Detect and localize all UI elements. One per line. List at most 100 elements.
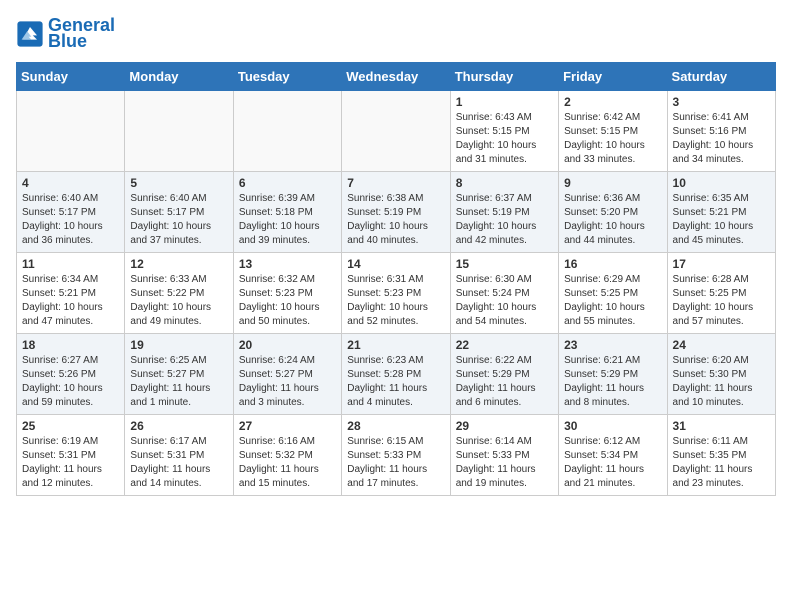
day-info: Sunrise: 6:24 AM Sunset: 5:27 PM Dayligh… (239, 354, 336, 410)
day-number: 4 (22, 176, 119, 190)
calendar-cell: 25 Sunrise: 6:19 AM Sunset: 5:31 PM Dayli… (17, 414, 125, 495)
day-info: Sunrise: 6:39 AM Sunset: 5:18 PM Dayligh… (239, 192, 336, 248)
logo: General Blue (16, 16, 115, 52)
day-number: 29 (456, 419, 553, 433)
calendar-cell: 17Sunrise: 6:28 AM Sunset: 5:25 PM Dayli… (667, 252, 775, 333)
calendar-cell: 20 Sunrise: 6:24 AM Sunset: 5:27 PM Dayli… (233, 333, 341, 414)
day-number: 23 (564, 338, 661, 352)
day-info: Sunrise: 6:43 AM Sunset: 5:15 PM Dayligh… (456, 111, 553, 167)
day-number: 9 (564, 176, 661, 190)
day-number: 25 (22, 419, 119, 433)
logo-icon (16, 20, 44, 48)
calendar-cell: 16 Sunrise: 6:29 AM Sunset: 5:25 PM Dayli… (559, 252, 667, 333)
weekday-header-sunday: Sunday (17, 62, 125, 90)
day-number: 30 (564, 419, 661, 433)
calendar-cell: 28 Sunrise: 6:15 AM Sunset: 5:33 PM Dayli… (342, 414, 450, 495)
weekday-header-wednesday: Wednesday (342, 62, 450, 90)
weekday-header-friday: Friday (559, 62, 667, 90)
day-number: 21 (347, 338, 444, 352)
calendar-cell: 1 Sunrise: 6:43 AM Sunset: 5:15 PM Daylig… (450, 90, 558, 171)
day-info: Sunrise: 6:11 AM Sunset: 5:35 PM Dayligh… (673, 435, 770, 491)
day-number: 15 (456, 257, 553, 271)
calendar-cell: 10Sunrise: 6:35 AM Sunset: 5:21 PM Dayli… (667, 171, 775, 252)
day-number: 1 (456, 95, 553, 109)
calendar-cell: 4 Sunrise: 6:40 AM Sunset: 5:17 PM Daylig… (17, 171, 125, 252)
day-number: 2 (564, 95, 661, 109)
day-info: Sunrise: 6:25 AM Sunset: 5:27 PM Dayligh… (130, 354, 227, 410)
week-row-2: 4 Sunrise: 6:40 AM Sunset: 5:17 PM Daylig… (17, 171, 776, 252)
calendar-cell (342, 90, 450, 171)
day-info: Sunrise: 6:15 AM Sunset: 5:33 PM Dayligh… (347, 435, 444, 491)
day-number: 12 (130, 257, 227, 271)
weekday-header-thursday: Thursday (450, 62, 558, 90)
calendar-cell: 2 Sunrise: 6:42 AM Sunset: 5:15 PM Daylig… (559, 90, 667, 171)
logo-text: General Blue (48, 16, 115, 52)
calendar-cell: 5 Sunrise: 6:40 AM Sunset: 5:17 PM Daylig… (125, 171, 233, 252)
day-info: Sunrise: 6:19 AM Sunset: 5:31 PM Dayligh… (22, 435, 119, 491)
weekday-header-saturday: Saturday (667, 62, 775, 90)
day-number: 16 (564, 257, 661, 271)
day-info: Sunrise: 6:42 AM Sunset: 5:15 PM Dayligh… (564, 111, 661, 167)
day-number: 19 (130, 338, 227, 352)
calendar-cell: 21Sunrise: 6:23 AM Sunset: 5:28 PM Dayli… (342, 333, 450, 414)
day-number: 18 (22, 338, 119, 352)
calendar-cell: 13 Sunrise: 6:32 AM Sunset: 5:23 PM Dayli… (233, 252, 341, 333)
calendar-cell: 8Sunrise: 6:37 AM Sunset: 5:19 PM Daylig… (450, 171, 558, 252)
day-number: 6 (239, 176, 336, 190)
weekday-header-monday: Monday (125, 62, 233, 90)
calendar-cell: 15 Sunrise: 6:30 AM Sunset: 5:24 PM Dayli… (450, 252, 558, 333)
day-info: Sunrise: 6:27 AM Sunset: 5:26 PM Dayligh… (22, 354, 119, 410)
day-number: 20 (239, 338, 336, 352)
day-info: Sunrise: 6:12 AM Sunset: 5:34 PM Dayligh… (564, 435, 661, 491)
day-info: Sunrise: 6:21 AM Sunset: 5:29 PM Dayligh… (564, 354, 661, 410)
week-row-1: 1 Sunrise: 6:43 AM Sunset: 5:15 PM Daylig… (17, 90, 776, 171)
page-header: General Blue (16, 16, 776, 52)
calendar-cell (125, 90, 233, 171)
day-info: Sunrise: 6:35 AM Sunset: 5:21 PM Dayligh… (673, 192, 770, 248)
day-info: Sunrise: 6:36 AM Sunset: 5:20 PM Dayligh… (564, 192, 661, 248)
day-number: 26 (130, 419, 227, 433)
week-row-5: 25 Sunrise: 6:19 AM Sunset: 5:31 PM Dayli… (17, 414, 776, 495)
calendar-cell: 19 Sunrise: 6:25 AM Sunset: 5:27 PM Dayli… (125, 333, 233, 414)
day-info: Sunrise: 6:22 AM Sunset: 5:29 PM Dayligh… (456, 354, 553, 410)
weekday-header-row: SundayMondayTuesdayWednesdayThursdayFrid… (17, 62, 776, 90)
calendar-body: 1 Sunrise: 6:43 AM Sunset: 5:15 PM Daylig… (17, 90, 776, 495)
calendar-cell: 30 Sunrise: 6:12 AM Sunset: 5:34 PM Dayli… (559, 414, 667, 495)
calendar-cell (17, 90, 125, 171)
day-info: Sunrise: 6:14 AM Sunset: 5:33 PM Dayligh… (456, 435, 553, 491)
day-number: 17 (673, 257, 770, 271)
day-info: Sunrise: 6:16 AM Sunset: 5:32 PM Dayligh… (239, 435, 336, 491)
day-info: Sunrise: 6:30 AM Sunset: 5:24 PM Dayligh… (456, 273, 553, 329)
calendar-cell: 26 Sunrise: 6:17 AM Sunset: 5:31 PM Dayli… (125, 414, 233, 495)
day-number: 28 (347, 419, 444, 433)
day-info: Sunrise: 6:40 AM Sunset: 5:17 PM Dayligh… (130, 192, 227, 248)
calendar-cell: 24 Sunrise: 6:20 AM Sunset: 5:30 PM Dayli… (667, 333, 775, 414)
day-info: Sunrise: 6:31 AM Sunset: 5:23 PM Dayligh… (347, 273, 444, 329)
day-number: 5 (130, 176, 227, 190)
calendar-cell: 22Sunrise: 6:22 AM Sunset: 5:29 PM Dayli… (450, 333, 558, 414)
day-number: 27 (239, 419, 336, 433)
day-info: Sunrise: 6:32 AM Sunset: 5:23 PM Dayligh… (239, 273, 336, 329)
day-number: 24 (673, 338, 770, 352)
day-info: Sunrise: 6:40 AM Sunset: 5:17 PM Dayligh… (22, 192, 119, 248)
day-number: 11 (22, 257, 119, 271)
calendar-cell: 23 Sunrise: 6:21 AM Sunset: 5:29 PM Dayli… (559, 333, 667, 414)
day-info: Sunrise: 6:29 AM Sunset: 5:25 PM Dayligh… (564, 273, 661, 329)
day-number: 8 (456, 176, 553, 190)
weekday-header-tuesday: Tuesday (233, 62, 341, 90)
calendar-cell: 9 Sunrise: 6:36 AM Sunset: 5:20 PM Daylig… (559, 171, 667, 252)
day-info: Sunrise: 6:20 AM Sunset: 5:30 PM Dayligh… (673, 354, 770, 410)
calendar-cell: 11Sunrise: 6:34 AM Sunset: 5:21 PM Dayli… (17, 252, 125, 333)
day-info: Sunrise: 6:41 AM Sunset: 5:16 PM Dayligh… (673, 111, 770, 167)
day-number: 13 (239, 257, 336, 271)
day-info: Sunrise: 6:38 AM Sunset: 5:19 PM Dayligh… (347, 192, 444, 248)
calendar-cell: 29 Sunrise: 6:14 AM Sunset: 5:33 PM Dayli… (450, 414, 558, 495)
calendar-cell: 14 Sunrise: 6:31 AM Sunset: 5:23 PM Dayli… (342, 252, 450, 333)
day-number: 7 (347, 176, 444, 190)
day-number: 14 (347, 257, 444, 271)
day-info: Sunrise: 6:17 AM Sunset: 5:31 PM Dayligh… (130, 435, 227, 491)
calendar-table: SundayMondayTuesdayWednesdayThursdayFrid… (16, 62, 776, 496)
calendar-cell: 27 Sunrise: 6:16 AM Sunset: 5:32 PM Dayli… (233, 414, 341, 495)
calendar-cell: 18 Sunrise: 6:27 AM Sunset: 5:26 PM Dayli… (17, 333, 125, 414)
day-number: 3 (673, 95, 770, 109)
